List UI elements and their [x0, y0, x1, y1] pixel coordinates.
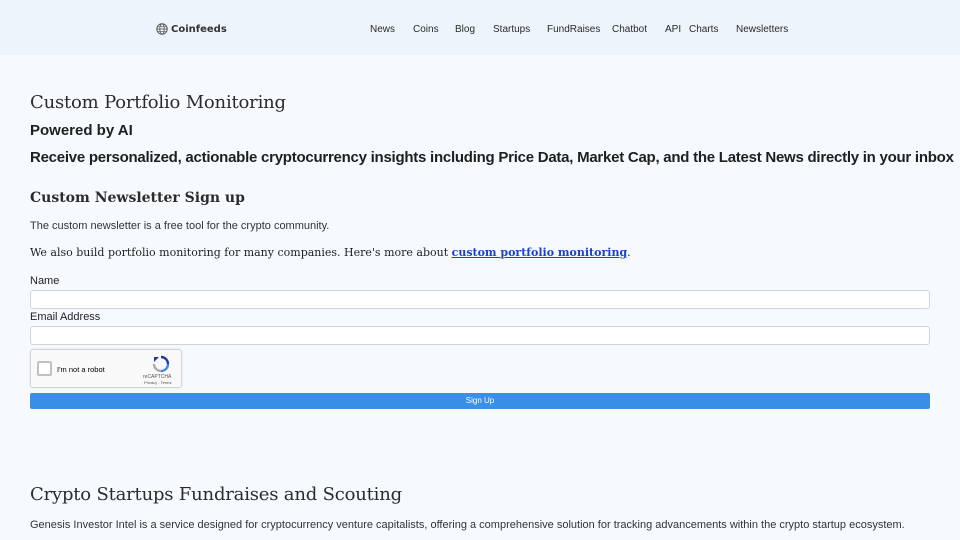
portfolio-note: We also build portfolio monitoring for m… — [30, 246, 631, 259]
page-subtitle: Powered by AI — [30, 122, 133, 139]
nav-link-coins[interactable]: Coins — [413, 24, 439, 35]
recaptcha-terms[interactable]: Privacy - Terms — [144, 380, 171, 385]
name-label: Name — [30, 275, 60, 287]
name-field[interactable] — [30, 290, 930, 309]
email-field[interactable] — [30, 326, 930, 345]
page-tagline: Receive personalized, actionable cryptoc… — [30, 149, 954, 166]
portfolio-monitoring-link[interactable]: custom portfolio monitoring — [452, 246, 628, 259]
nav-link-api[interactable]: API — [665, 24, 681, 35]
recaptcha-widget: I'm not a robot reCAPTCHA Privacy - Term… — [30, 349, 182, 388]
nav-link-news[interactable]: News — [370, 24, 395, 35]
nav-links: News Coins Blog Startups FundRaises Chat… — [0, 24, 960, 38]
sign-up-button[interactable]: Sign Up — [30, 393, 930, 409]
email-label: Email Address — [30, 311, 101, 323]
top-navbar: Coinfeeds News Coins Blog Startups FundR… — [0, 0, 960, 55]
nav-link-charts[interactable]: Charts — [689, 24, 718, 35]
recaptcha-icon — [152, 355, 170, 373]
nav-link-fundraises[interactable]: FundRaises — [547, 24, 600, 35]
recaptcha-label: I'm not a robot — [57, 365, 105, 374]
recaptcha-checkbox[interactable] — [37, 361, 52, 376]
page-title: Custom Portfolio Monitoring — [30, 92, 286, 113]
portfolio-note-end: . — [627, 246, 631, 259]
startups-description: Genesis Investor Intel is a service desi… — [30, 519, 905, 531]
signup-intro: The custom newsletter is a free tool for… — [30, 220, 330, 232]
nav-link-startups[interactable]: Startups — [493, 24, 530, 35]
nav-link-chatbot[interactable]: Chatbot — [612, 24, 647, 35]
startups-heading: Crypto Startups Fundraises and Scouting — [30, 484, 402, 505]
nav-link-newsletters[interactable]: Newsletters — [736, 24, 788, 35]
nav-link-blog[interactable]: Blog — [455, 24, 475, 35]
portfolio-note-text: We also build portfolio monitoring for m… — [30, 246, 452, 259]
signup-heading: Custom Newsletter Sign up — [30, 190, 245, 206]
